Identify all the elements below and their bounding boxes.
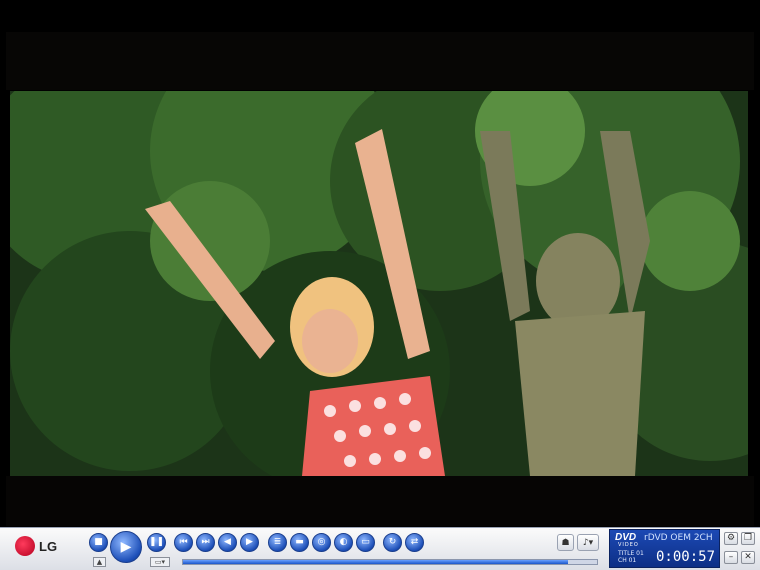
title-label: TITLE 01 bbox=[618, 550, 644, 557]
disc-format-sub: VIDEO bbox=[618, 542, 639, 548]
close-button[interactable]: ✕ bbox=[741, 551, 755, 564]
lg-logo-icon bbox=[15, 536, 35, 556]
play-button[interactable]: ▶ bbox=[110, 531, 142, 563]
eject-icon: ▲ bbox=[96, 558, 103, 566]
next-chapter-button[interactable]: ⏭ bbox=[196, 533, 215, 552]
subtitle-icon: ▬ bbox=[295, 537, 304, 547]
fast-forward-icon: ▶ bbox=[246, 537, 253, 547]
repeat-button[interactable]: ↻ bbox=[383, 533, 402, 552]
rewind-icon: ◀ bbox=[224, 537, 231, 547]
stop-button[interactable]: ■ bbox=[89, 533, 108, 552]
audio-button[interactable]: ◎ bbox=[312, 533, 331, 552]
subtitle-button[interactable]: ▬ bbox=[290, 533, 309, 552]
drive-icon: ▭▾ bbox=[154, 558, 166, 566]
pause-button[interactable]: ❚❚ bbox=[147, 533, 166, 552]
pause-icon: ❚❚ bbox=[148, 537, 165, 547]
zoom-icon: ▭ bbox=[361, 537, 370, 547]
audio-icon: ◎ bbox=[317, 537, 326, 547]
video-frame bbox=[0, 0, 760, 527]
minimize-button[interactable]: – bbox=[724, 551, 738, 564]
ab-repeat-icon: ⇄ bbox=[410, 537, 419, 547]
eject-button[interactable]: ▲ bbox=[93, 557, 106, 567]
volume-icon: ♪▾ bbox=[582, 537, 594, 548]
seek-bar[interactable] bbox=[182, 559, 598, 565]
volume-button[interactable]: ♪▾ bbox=[577, 534, 599, 551]
play-icon: ▶ bbox=[120, 539, 132, 555]
options-button[interactable]: ⚙ bbox=[724, 532, 738, 545]
stop-icon: ■ bbox=[94, 537, 103, 547]
menu-button[interactable]: ≣ bbox=[268, 533, 287, 552]
brand-name: LG bbox=[39, 538, 58, 554]
restore-icon: ❐ bbox=[743, 533, 753, 543]
chapter-label: CH 01 bbox=[618, 557, 637, 564]
menu-icon: ≣ bbox=[273, 537, 282, 547]
angle-icon: ◐ bbox=[339, 537, 348, 547]
zoom-button[interactable]: ▭ bbox=[356, 533, 375, 552]
settings-icon: ⚙ bbox=[726, 533, 736, 543]
seek-bar-fill bbox=[183, 560, 569, 564]
rewind-button[interactable]: ◀ bbox=[218, 533, 237, 552]
person-icon: ☗ bbox=[561, 537, 570, 548]
letterbox-top bbox=[6, 32, 754, 90]
device-select-button[interactable]: ▭▾ bbox=[150, 557, 170, 567]
video-scene bbox=[10, 91, 748, 476]
ab-repeat-button[interactable]: ⇄ bbox=[405, 533, 424, 552]
forward-button[interactable]: ▶ bbox=[240, 533, 259, 552]
brand-logo: LG bbox=[15, 536, 57, 556]
close-icon: ✕ bbox=[744, 552, 752, 562]
title-chapter: TITLE 01 CH 01 bbox=[618, 550, 644, 564]
minimize-icon: – bbox=[728, 552, 734, 562]
elapsed-time: 0:00:57 bbox=[656, 549, 716, 565]
letterbox-bottom bbox=[6, 476, 754, 526]
repeat-icon: ↻ bbox=[388, 537, 397, 547]
previous-chapter-button[interactable]: ⏮ bbox=[174, 533, 193, 552]
audio-mode: rDVD OEM 2CH bbox=[644, 533, 713, 543]
skip-forward-icon: ⏭ bbox=[201, 537, 210, 547]
status-display: DVD VIDEO rDVD OEM 2CH TITLE 01 CH 01 0:… bbox=[609, 529, 720, 568]
angle-button[interactable]: ◐ bbox=[334, 533, 353, 552]
walk-mode-button[interactable]: ☗ bbox=[557, 534, 574, 551]
video-display[interactable] bbox=[10, 91, 748, 476]
skip-back-icon: ⏮ bbox=[179, 537, 188, 547]
restore-button[interactable]: ❐ bbox=[741, 532, 755, 545]
